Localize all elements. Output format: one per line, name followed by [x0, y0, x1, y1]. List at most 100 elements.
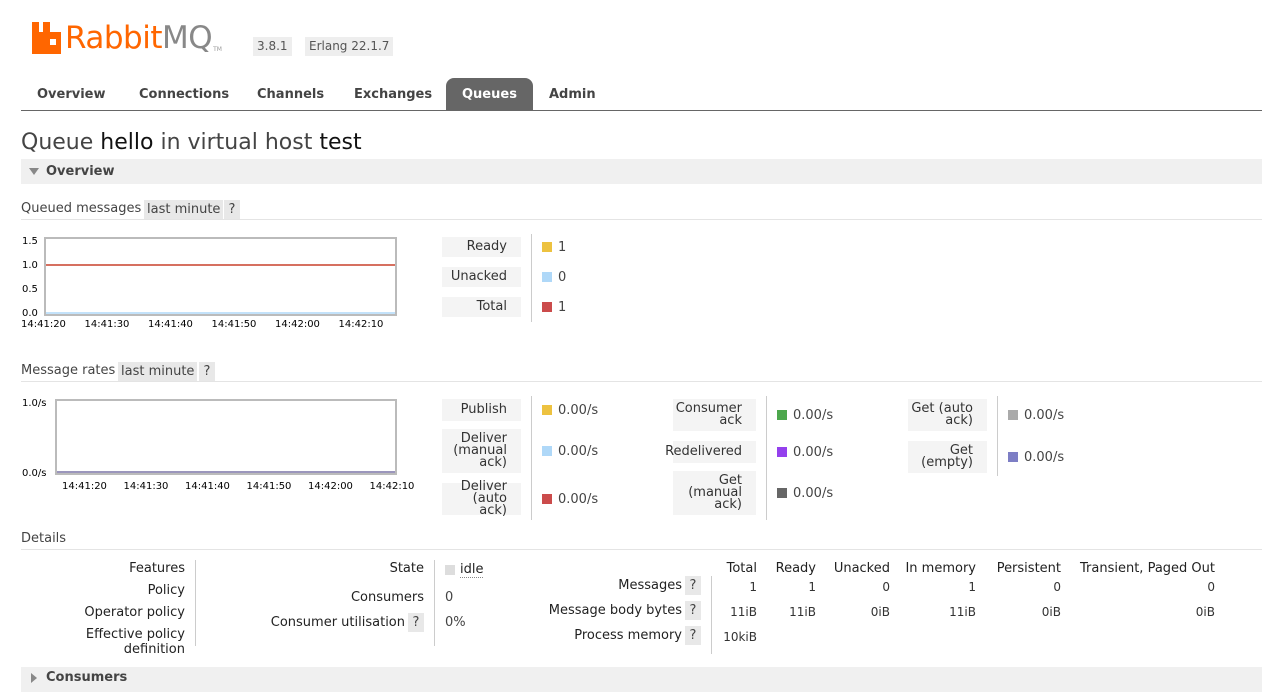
tab-connections[interactable]: Connections	[123, 78, 245, 110]
row-label-messages: Messages	[618, 578, 682, 593]
overview-section-toggle[interactable]: Overview	[21, 159, 1262, 184]
x-tick-label: 14:41:50	[247, 481, 292, 492]
legend-swatch-deliver-auto-ack	[542, 494, 552, 504]
table-cell: 11iB	[789, 605, 816, 619]
page-title: Queue hello in virtual host test	[21, 130, 362, 155]
consumers-value: 0	[445, 590, 454, 605]
legend-label-get-auto-ack: Get (auto ack)	[907, 398, 988, 432]
collapse-triangle-icon	[29, 168, 39, 175]
x-tick-label: 14:41:20	[21, 319, 66, 330]
title-mid: in virtual host	[160, 130, 313, 155]
erlang-version-badge: Erlang 22.1.7	[305, 37, 394, 56]
x-tick-label: 14:41:40	[148, 319, 193, 330]
expand-triangle-icon	[31, 673, 37, 683]
legend-label-deliver-auto-ack: Deliver (auto ack)	[441, 480, 522, 517]
legend-swatch-publish	[542, 405, 552, 415]
tab-queues[interactable]: Queues	[446, 78, 533, 110]
legend-swatch-get-auto-ack	[1008, 410, 1018, 420]
logo-text-rabbit: Rabbit	[65, 20, 162, 56]
state-value: idle	[460, 562, 484, 578]
x-tick-label: 14:42:10	[370, 481, 415, 492]
column-header-total: Total	[726, 561, 757, 576]
rates-help-button[interactable]: ?	[199, 362, 215, 381]
legend-value-redelivered: 0.00/s	[777, 440, 833, 464]
legend-swatch-redelivered	[777, 447, 787, 457]
column-header-persistent: Persistent	[996, 561, 1061, 576]
x-tick-label: 14:41:30	[85, 319, 130, 330]
divider	[997, 396, 998, 476]
rabbit-logo-icon	[32, 22, 61, 54]
legend-swatch-unacked	[542, 272, 552, 282]
table-cell: 0	[882, 580, 890, 594]
legend-label-publish: Publish	[441, 398, 522, 422]
table-cell: 11iB	[730, 605, 757, 619]
y-tick-label: 0.0	[22, 308, 38, 319]
title-vhost: test	[319, 130, 362, 155]
utilisation-help-button[interactable]: ?	[408, 613, 424, 632]
legend-label-get-manual-ack: Get (manual ack)	[672, 470, 757, 516]
tab-channels[interactable]: Channels	[241, 78, 340, 110]
x-tick-label: 14:42:00	[308, 481, 353, 492]
queued-help-button[interactable]: ?	[224, 200, 240, 219]
main-nav: Overview Connections Channels Exchanges …	[21, 78, 1262, 111]
y-tick-label: 0.0/s	[22, 468, 46, 479]
legend-value-unacked: 0	[542, 266, 566, 288]
queued-messages-label: Queued messages	[21, 201, 142, 216]
x-tick-label: 14:42:00	[275, 319, 320, 330]
legend-label-deliver-manual-ack: Deliver (manual ack)	[441, 428, 522, 474]
title-queue-name: hello	[100, 130, 154, 155]
state-label: State	[389, 561, 424, 576]
legend-label-consumer-ack: Consumer ack	[672, 398, 757, 432]
legend-swatch-ready	[542, 242, 552, 252]
queued-messages-chart: 1.5 1.0 0.5 0.0 14:41:20 14:41:30 14:41:40 14:…	[21, 236, 397, 330]
rabbitmq-logo[interactable]: RabbitMQ TM	[32, 20, 222, 56]
queued-range-selector[interactable]: last minute	[144, 200, 224, 219]
consumers-section-label: Consumers	[46, 670, 128, 685]
version-badge: 3.8.1	[253, 37, 292, 56]
tab-admin[interactable]: Admin	[533, 78, 612, 110]
y-tick-label: 0.5	[22, 284, 38, 295]
x-tick-label: 14:41:40	[185, 481, 230, 492]
policy-label: Policy	[147, 583, 185, 598]
table-cell: 0	[1207, 580, 1215, 594]
features-label: Features	[129, 561, 185, 576]
table-cell: 11iB	[949, 605, 976, 619]
legend-swatch-get-manual-ack	[777, 488, 787, 498]
divider	[531, 396, 532, 520]
y-tick-label: 1.0/s	[22, 398, 46, 409]
legend-value-deliver-auto-ack: 0.00/s	[542, 482, 598, 516]
x-tick-label: 14:41:20	[62, 481, 107, 492]
consumer-utilisation-value: 0%	[445, 615, 466, 630]
y-tick-label: 1.0	[22, 260, 38, 271]
message-rates-header: Message rates last minute ?	[21, 362, 1262, 382]
legend-swatch-total	[542, 302, 552, 312]
details-header: Details	[21, 530, 1262, 550]
table-cell: 1	[808, 580, 816, 594]
x-tick-label: 14:41:50	[212, 319, 257, 330]
legend-label-total: Total	[441, 296, 522, 318]
table-cell: 10kiB	[723, 630, 757, 644]
legend-label-get-empty: Get (empty)	[907, 440, 988, 474]
tab-overview[interactable]: Overview	[21, 78, 122, 110]
legend-value-deliver-manual-ack: 0.00/s	[542, 428, 598, 474]
logo-trademark: TM	[213, 46, 222, 53]
overview-section-label: Overview	[46, 164, 115, 179]
x-tick-label: 14:41:30	[124, 481, 169, 492]
logo-text-mq: MQ	[161, 20, 213, 56]
table-cell: 1	[968, 580, 976, 594]
message-rates-chart: 1.0/s 0.0/s 14:41:20 14:41:30 14:41:40 14:41…	[22, 398, 415, 492]
legend-label-redelivered: Redelivered	[665, 440, 757, 464]
tab-exchanges[interactable]: Exchanges	[338, 78, 448, 110]
queued-chart-frame	[44, 237, 397, 316]
legend-label-unacked: Unacked	[441, 266, 522, 288]
table-cell: 0iB	[870, 605, 890, 619]
column-header-ready: Ready	[775, 561, 816, 576]
consumers-label: Consumers	[350, 590, 424, 605]
title-prefix: Queue	[21, 130, 94, 155]
row-label-process-memory: Process memory	[574, 628, 682, 643]
legend-value-get-auto-ack: 0.00/s	[1008, 398, 1064, 432]
legend-swatch-deliver-manual-ack	[542, 446, 552, 456]
legend-swatch-consumer-ack	[777, 410, 787, 420]
rates-range-selector[interactable]: last minute	[118, 362, 198, 381]
divider	[195, 560, 196, 646]
